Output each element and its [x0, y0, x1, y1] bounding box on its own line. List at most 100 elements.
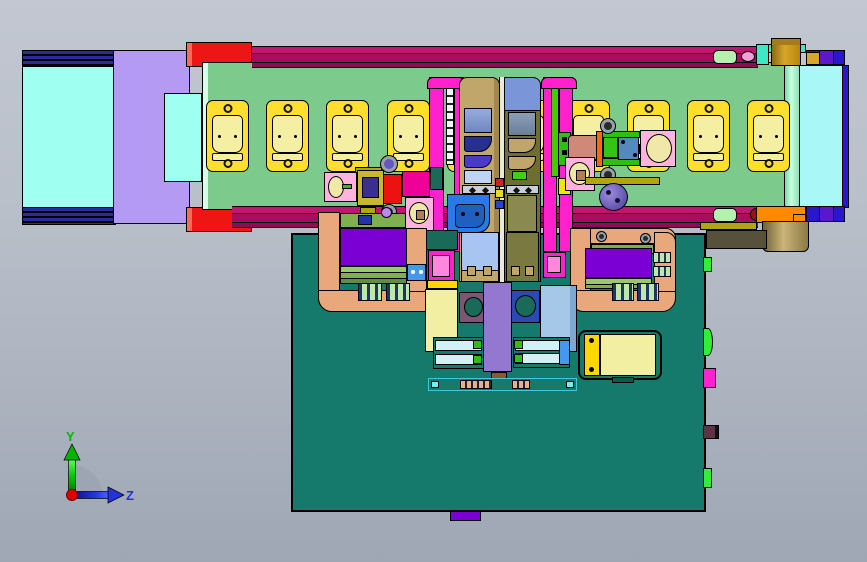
- rs-pale-circle-big: [646, 134, 672, 163]
- plate-screw-top: [584, 104, 593, 113]
- mid-bit-red: [495, 178, 504, 187]
- bi-center-pillar[interactable]: [483, 282, 512, 372]
- ls-green-band: [340, 266, 407, 284]
- ls-green-stem: [342, 184, 352, 189]
- bars-bottom-right: [806, 206, 845, 222]
- plate-screw-bottom: [223, 159, 232, 168]
- bi-rail-cap-left: [431, 381, 439, 388]
- conveyor-rail-top[interactable]: [252, 46, 758, 68]
- rs-steel-dot-a: [621, 140, 625, 144]
- bi-bearing-right-bore: [515, 295, 536, 317]
- pallet-plate[interactable]: [747, 100, 790, 172]
- plate-pin-left: [338, 135, 341, 138]
- tower-right-low-panel: [507, 195, 537, 232]
- rs-steel-dot-b: [633, 153, 637, 157]
- ls-purple-window[interactable]: [340, 228, 407, 266]
- outfeed-edge-bar: [842, 65, 849, 208]
- gold-cylinder-cap: [772, 39, 800, 45]
- feeder-tray[interactable]: [22, 66, 114, 208]
- plate-pin-left: [699, 135, 702, 138]
- guide-cap-right: [541, 77, 577, 89]
- gold-nub: [806, 52, 820, 65]
- plate-pin-left: [278, 135, 281, 138]
- magenta-box-right-inner: [547, 256, 561, 273]
- bi-cyl-right-green-b: [514, 354, 523, 363]
- plate-nest: [272, 115, 303, 153]
- feeder-guide-bottom[interactable]: [22, 207, 116, 225]
- bi-rail-seg-a: [460, 380, 492, 389]
- pallet-plate[interactable]: [687, 100, 730, 172]
- ls-comb-2: [386, 283, 410, 301]
- pallet-plate[interactable]: [326, 100, 369, 172]
- plate-nest: [212, 115, 243, 153]
- base-side-tab-2: [703, 468, 712, 488]
- outfeed-panel[interactable]: [799, 65, 845, 208]
- plate-screw-top: [704, 104, 713, 113]
- z-axis-label: Z: [126, 488, 134, 503]
- olive-block[interactable]: [706, 230, 767, 249]
- axis-arc: [72, 465, 102, 495]
- magenta-box-left-inner: [432, 255, 450, 277]
- feeder-notch[interactable]: [164, 93, 202, 182]
- pallet-plate[interactable]: [206, 100, 249, 172]
- plate-nest: [753, 115, 784, 153]
- ls-blue-connector[interactable]: [407, 264, 426, 281]
- ls-knob-top[interactable]: [381, 156, 397, 172]
- rs-comb-1: [612, 283, 634, 301]
- tower-right-diamond-strip: [506, 185, 539, 194]
- ls-deck: [340, 213, 406, 228]
- rs-purple-window[interactable]: [585, 248, 652, 278]
- ls-red-block[interactable]: [383, 174, 402, 204]
- guide-slot-left: [446, 80, 454, 165]
- plate-pin-right: [715, 135, 718, 138]
- bi-cyl-left-green-b: [473, 355, 482, 364]
- rs-motor-blob[interactable]: [599, 183, 628, 211]
- rs-deck-ring-b: [641, 234, 650, 243]
- ls-deck-bit-lavender: [381, 207, 392, 218]
- plate-screw-top: [283, 104, 292, 113]
- rs-olive-bar: [585, 177, 660, 185]
- axis-triad: Y Z: [63, 430, 134, 504]
- tower-left-diamond-strip: [462, 185, 496, 194]
- plate-nest: [693, 115, 724, 153]
- plate-pin-left: [218, 135, 221, 138]
- ls-purple-core: [362, 177, 379, 198]
- base-side-tab-1: [703, 257, 712, 272]
- ls-comb-1: [358, 283, 382, 301]
- rs-green-square[interactable]: [603, 137, 618, 158]
- rs-clip-1: [653, 252, 671, 263]
- tower-right-window-blue: [508, 112, 536, 136]
- plate-screw-bottom: [404, 159, 413, 168]
- tower-right-cap[interactable]: [504, 77, 541, 111]
- rail-clamp-green-top[interactable]: [713, 50, 737, 64]
- plate-pin-right: [775, 135, 778, 138]
- cad-viewport[interactable]: Y Z: [0, 0, 867, 562]
- bi-motor-cap-dot-b: [589, 367, 594, 372]
- blue-slide-dot-b: [475, 212, 479, 216]
- plate-screw-top: [223, 104, 232, 113]
- y-axis-arrowhead: [63, 443, 81, 461]
- tower-left-foot-a: [467, 266, 476, 276]
- base-side-knob-maroon[interactable]: [703, 425, 719, 439]
- pallet-plate[interactable]: [266, 100, 309, 172]
- feeder-guide-top[interactable]: [22, 50, 116, 67]
- bi-linear-rail[interactable]: [428, 378, 577, 391]
- tower-right-foot-a: [511, 266, 520, 276]
- rail-clamp-green-bottom[interactable]: [713, 208, 737, 222]
- teal-block-left: [426, 230, 458, 250]
- plate-pin-left: [399, 135, 402, 138]
- base-foot-tab: [450, 511, 481, 521]
- ls-magenta-block[interactable]: [402, 171, 430, 197]
- plate-pin-right: [294, 135, 297, 138]
- bi-cyl-right-blue: [559, 340, 570, 365]
- rs-blob-spot-b: [615, 198, 620, 203]
- tower-left-window-pale: [464, 170, 492, 184]
- plate-pin-right: [234, 135, 237, 138]
- plate-screw-bottom: [764, 159, 773, 168]
- brass-roller[interactable]: [762, 221, 809, 252]
- bi-cyl-left-green-a: [473, 340, 482, 349]
- rail-knob-pink-top[interactable]: [741, 51, 755, 62]
- base-side-knob-magenta[interactable]: [703, 368, 716, 388]
- rs-blob-spot-a: [606, 190, 611, 195]
- plate-screw-bottom: [704, 159, 713, 168]
